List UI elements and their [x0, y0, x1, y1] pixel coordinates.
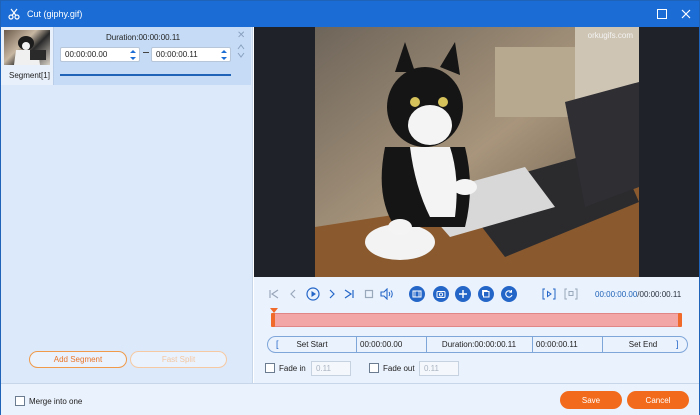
scissors-icon	[8, 8, 20, 20]
fade-in-option[interactable]: Fade in	[265, 363, 306, 373]
maximize-button[interactable]	[654, 6, 670, 22]
segment-start-field[interactable]: 00:00:00.00	[60, 47, 140, 62]
copy-icon[interactable]	[478, 286, 494, 302]
fade-out-label: Fade out	[383, 363, 415, 373]
play-segment-icon[interactable]	[541, 286, 557, 302]
fade-out-value-text: 0.11	[424, 364, 439, 373]
preview-frame: orkugifs.com	[315, 27, 639, 277]
segment-end-field[interactable]: 00:00:00.11	[151, 47, 231, 62]
trim-start-handle[interactable]	[271, 313, 275, 327]
remove-segment-icon[interactable]: ✕	[237, 30, 245, 41]
window-title: Cut (giphy.gif)	[27, 9, 83, 19]
start-stepper[interactable]	[129, 50, 136, 60]
end-stepper[interactable]	[220, 50, 227, 60]
volume-icon[interactable]	[379, 286, 395, 302]
segment-thumbnail	[4, 30, 50, 65]
footer: Merge into one Save Cancel	[1, 383, 699, 415]
set-end-button[interactable]: Set End	[602, 337, 684, 352]
segment-progress-bar	[60, 74, 231, 76]
segment-panel: Segment[1] Duration:00:00:00.11 00:00:00…	[1, 27, 253, 383]
fade-out-value[interactable]: 0.11	[419, 361, 459, 376]
trim-end-handle[interactable]	[678, 313, 682, 327]
close-button[interactable]	[678, 6, 694, 22]
stop-icon[interactable]	[361, 286, 377, 302]
range-dash	[143, 52, 149, 53]
reset-icon[interactable]	[501, 286, 517, 302]
move-down-icon[interactable]	[237, 51, 245, 60]
segment-end-value: 00:00:00.11	[156, 50, 198, 59]
fast-split-button[interactable]: Fast Split	[130, 351, 227, 368]
play-icon[interactable]	[305, 286, 321, 302]
current-time: 00:00:00.00	[595, 290, 638, 299]
segment-label: Segment[1]	[9, 71, 50, 80]
playhead-marker[interactable]	[270, 308, 278, 313]
save-button[interactable]: Save	[560, 391, 622, 409]
jump-end-icon[interactable]	[341, 286, 357, 302]
cut-window: Cut (giphy.gif) Segment[1] Duration:00:0…	[0, 0, 700, 415]
fade-in-value-text: 0.11	[316, 364, 331, 373]
snapshot-icon[interactable]	[433, 286, 449, 302]
cat-at-laptop-image	[315, 27, 639, 277]
stop-segment-icon[interactable]	[563, 286, 579, 302]
total-time: /00:00:00.11	[637, 290, 682, 299]
prev-frame-icon[interactable]	[285, 286, 301, 302]
jump-start-icon[interactable]	[266, 286, 282, 302]
title-bar: Cut (giphy.gif)	[1, 1, 699, 27]
fade-out-checkbox[interactable]	[369, 363, 379, 373]
divider	[532, 337, 533, 352]
fade-in-checkbox[interactable]	[265, 363, 275, 373]
cut-end-time[interactable]: 00:00:00.11	[536, 337, 602, 352]
cut-bar: [ Set Start 00:00:00.00 Duration:00:00:0…	[267, 336, 688, 353]
segment-thumb-cell: Segment[1]	[1, 27, 54, 85]
add-icon[interactable]	[455, 286, 471, 302]
right-bracket-icon: ]	[676, 339, 679, 349]
merge-option[interactable]: Merge into one	[15, 396, 82, 406]
player-controls: 00:00:00.00/00:00:00.11 [ Set Start 00:0…	[254, 277, 699, 383]
divider	[356, 337, 357, 352]
cut-duration: Duration:00:00:00.11	[441, 340, 517, 349]
timeline-track[interactable]	[272, 313, 681, 327]
timecode: 00:00:00.00/00:00:00.11	[595, 290, 681, 299]
watermark: orkugifs.com	[587, 31, 633, 40]
video-preview: orkugifs.com	[254, 27, 699, 277]
next-frame-icon[interactable]	[324, 286, 340, 302]
fade-in-value[interactable]: 0.11	[311, 361, 351, 376]
segment-duration: Duration:00:00:00.11	[106, 33, 181, 42]
fade-out-option[interactable]: Fade out	[369, 363, 415, 373]
clip-tool-icon[interactable]	[409, 286, 425, 302]
cancel-button[interactable]: Cancel	[627, 391, 689, 409]
segment-item[interactable]: Segment[1] Duration:00:00:00.11 00:00:00…	[1, 27, 251, 85]
add-segment-button[interactable]: Add Segment	[29, 351, 127, 368]
segment-start-value: 00:00:00.00	[65, 50, 108, 59]
merge-label: Merge into one	[29, 396, 83, 406]
cut-start-time[interactable]: 00:00:00.00	[360, 337, 426, 352]
set-start-button[interactable]: Set Start	[268, 337, 356, 352]
merge-checkbox[interactable]	[15, 396, 25, 406]
fade-in-label: Fade in	[279, 363, 306, 373]
